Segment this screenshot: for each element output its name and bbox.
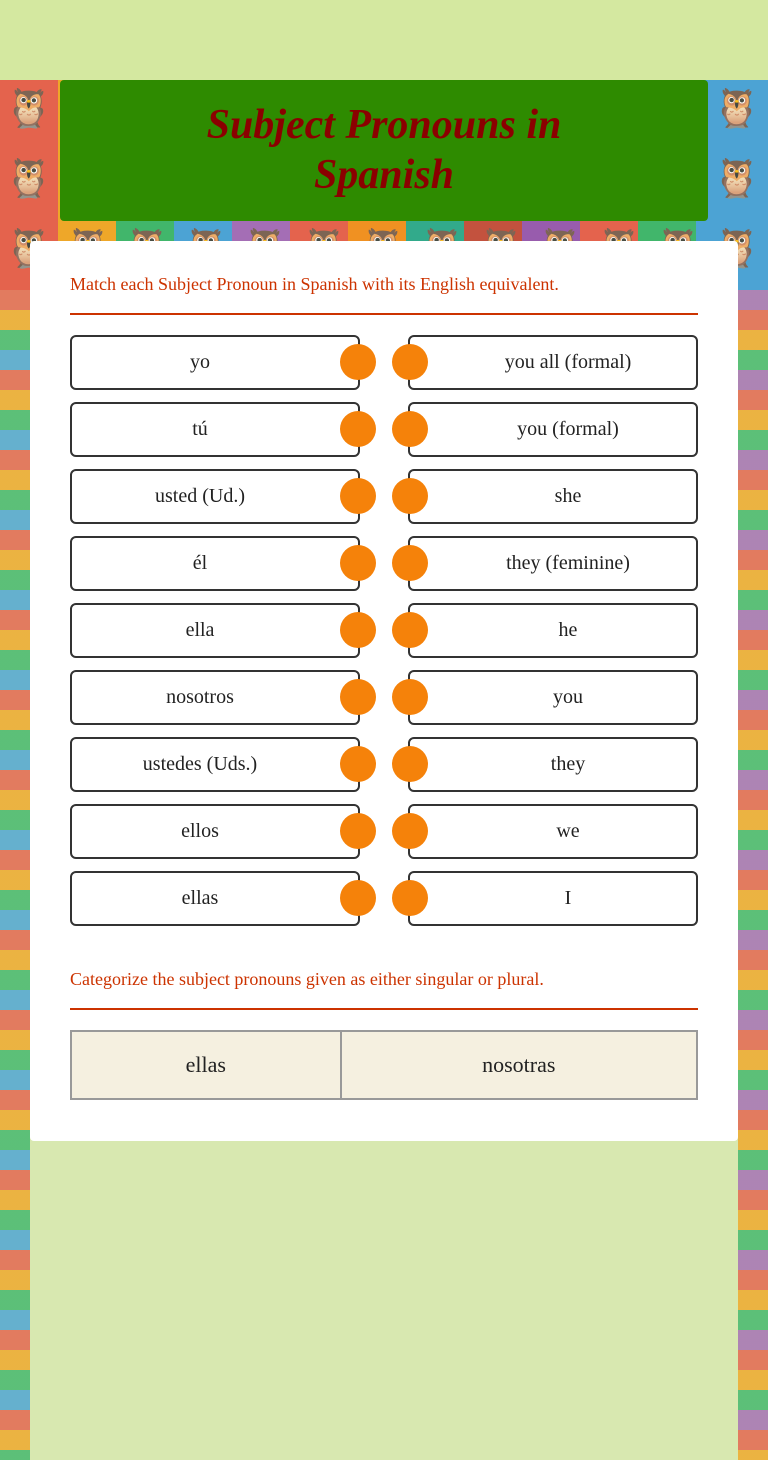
right-item-she[interactable]: she [408,469,698,524]
connector-dot-left-tu[interactable] [340,411,376,447]
connector-dot-right-you[interactable] [392,679,428,715]
matching-row: nosotros you [70,670,698,725]
owl-decor: 🦉 [708,150,766,208]
left-item-ella[interactable]: ella [70,603,360,658]
left-label-usted: usted (Ud.) [155,485,245,508]
connector-dot-left-ellos[interactable] [340,813,376,849]
left-side-strip [0,290,30,1460]
left-item-yo[interactable]: yo [70,335,360,390]
matching-row: usted (Ud.) she [70,469,698,524]
categorize-cell-nosotras[interactable]: nosotras [341,1031,697,1099]
matching-container: yo you all (formal) tú you (formal) [70,335,698,926]
categorize-row: ellas nosotras [71,1031,697,1099]
right-label-youallformal: you all (formal) [505,351,632,374]
matching-row: ellos we [70,804,698,859]
left-label-ellos: ellos [181,820,219,843]
right-label-they: they [551,753,585,776]
left-item-ustedes[interactable]: ustedes (Uds.) [70,737,360,792]
connector-dot-right-we[interactable] [392,813,428,849]
page-title: Subject Pronouns in Spanish [90,100,678,201]
categorize-cell-ellas[interactable]: ellas [71,1031,341,1099]
right-label-you: you [553,686,583,709]
matching-row: ella he [70,603,698,658]
connector-dot-right-theyfeminine[interactable] [392,545,428,581]
connector-dot-left-usted[interactable] [340,478,376,514]
right-label-youformal: you (formal) [517,418,619,441]
left-label-el: él [193,552,207,575]
right-item-you-formal[interactable]: you (formal) [408,402,698,457]
connector-dot-left-ustedes[interactable] [340,746,376,782]
right-item-you[interactable]: you [408,670,698,725]
matching-row: yo you all (formal) [70,335,698,390]
left-item-nosotros[interactable]: nosotros [70,670,360,725]
right-item-you-all-formal[interactable]: you all (formal) [408,335,698,390]
section2-divider [70,1008,698,1010]
section1-instructions: Match each Subject Pronoun in Spanish wi… [70,271,698,298]
title-banner: Subject Pronouns in Spanish [60,80,708,221]
connector-dot-left-nosotros[interactable] [340,679,376,715]
left-item-tu[interactable]: tú [70,402,360,457]
right-item-we[interactable]: we [408,804,698,859]
matching-row: ellas I [70,871,698,926]
page-wrapper: 🦉 🦉 🦉 🦉 🦉 🦉 🦉 🦉 🦉 🦉 🦉 🦉 🦉 🦉 [0,80,768,1460]
matching-row: él they (feminine) [70,536,698,591]
left-item-el[interactable]: él [70,536,360,591]
connector-dot-left-yo[interactable] [340,344,376,380]
owl-decor: 🦉 [708,80,766,138]
matching-row: tú you (formal) [70,402,698,457]
matching-row: ustedes (Uds.) they [70,737,698,792]
owl-decor: 🦉 [0,150,58,208]
right-label-theyfeminine: they (feminine) [506,552,630,575]
connector-dot-right-youformal[interactable] [392,411,428,447]
left-label-yo: yo [190,351,210,374]
connector-dot-right-they[interactable] [392,746,428,782]
right-label-he: he [559,619,578,642]
left-label-ustedes: ustedes (Uds.) [143,753,257,776]
connector-dot-right-youallformal[interactable] [392,344,428,380]
right-side-strip [738,290,768,1460]
right-item-they[interactable]: they [408,737,698,792]
section2-instructions: Categorize the subject pronouns given as… [70,966,698,993]
left-label-nosotros: nosotros [166,686,234,709]
connector-dot-left-ellas[interactable] [340,880,376,916]
connector-dot-right-he[interactable] [392,612,428,648]
connector-dot-right-she[interactable] [392,478,428,514]
connector-dot-left-ella[interactable] [340,612,376,648]
right-item-i[interactable]: I [408,871,698,926]
connector-dot-right-i[interactable] [392,880,428,916]
right-item-they-feminine[interactable]: they (feminine) [408,536,698,591]
owl-decor: 🦉 [0,80,58,138]
connector-dot-left-el[interactable] [340,545,376,581]
left-item-ellas[interactable]: ellas [70,871,360,926]
section2: Categorize the subject pronouns given as… [70,966,698,1100]
right-item-he[interactable]: he [408,603,698,658]
left-label-ellas: ellas [182,887,219,910]
left-label-tu: tú [192,418,208,441]
left-item-ellos[interactable]: ellos [70,804,360,859]
left-label-ella: ella [186,619,215,642]
right-label-i: I [565,887,572,910]
left-item-usted[interactable]: usted (Ud.) [70,469,360,524]
section1-divider [70,313,698,315]
categorize-table: ellas nosotras [70,1030,698,1100]
right-label-she: she [555,485,582,508]
right-label-we: we [556,820,579,843]
content-card: Match each Subject Pronoun in Spanish wi… [30,241,738,1141]
